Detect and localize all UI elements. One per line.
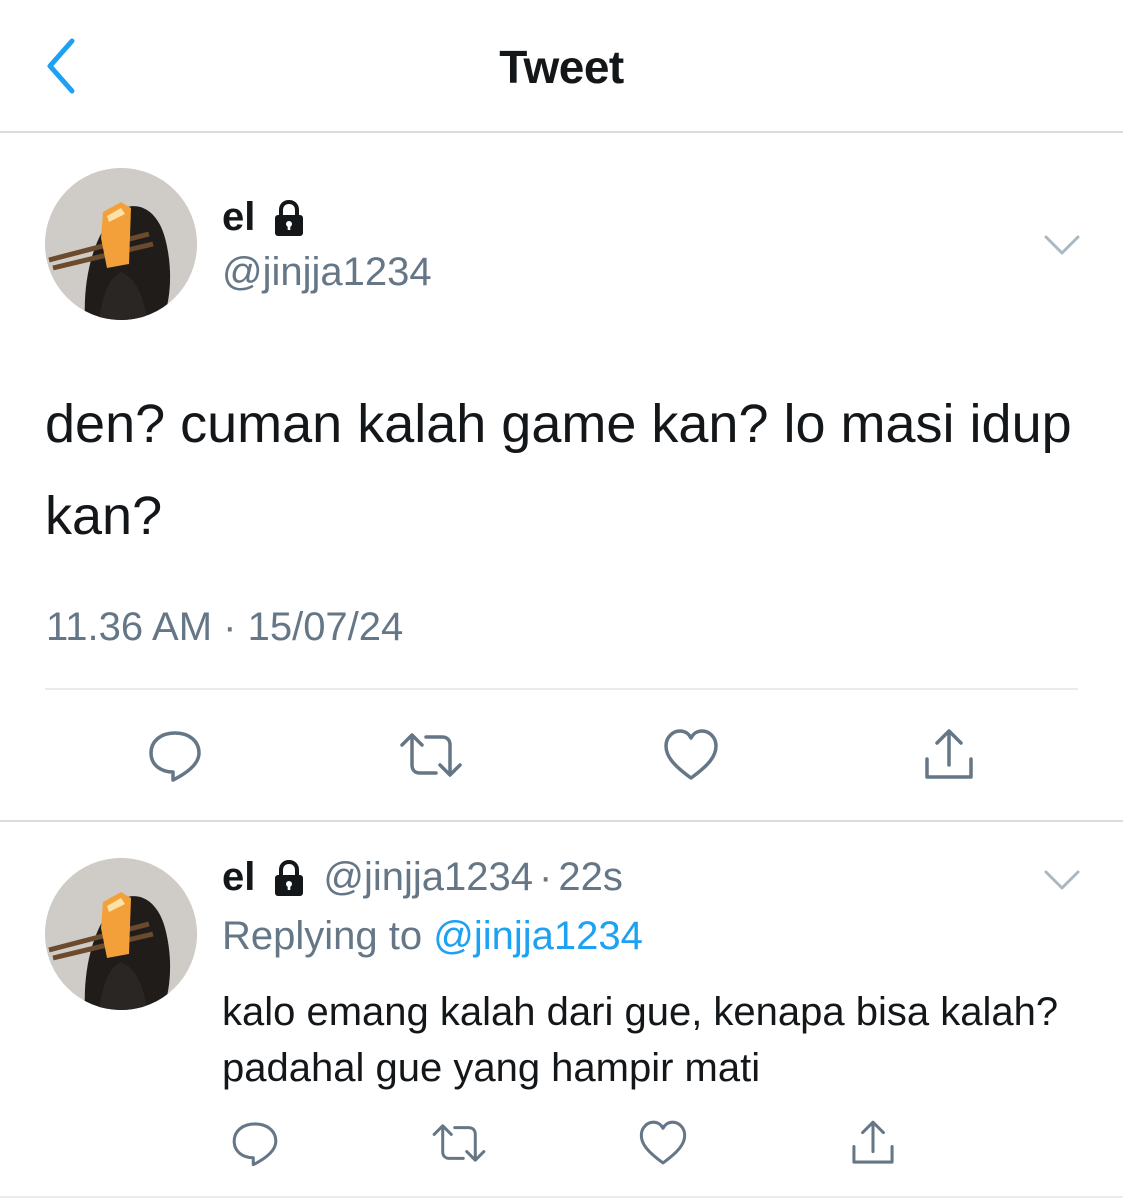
reply-header: el @jinjja1234 · 22s bbox=[222, 855, 623, 900]
chevron-down-icon bbox=[1044, 870, 1080, 890]
avatar[interactable] bbox=[45, 168, 197, 320]
retweet-icon bbox=[400, 733, 462, 777]
tweet-menu-button[interactable] bbox=[1042, 231, 1082, 259]
author-name-row: el bbox=[222, 195, 309, 240]
page-title: Tweet bbox=[499, 41, 624, 93]
heart-icon bbox=[664, 729, 718, 780]
share-button[interactable] bbox=[838, 1108, 908, 1178]
retweet-icon bbox=[432, 1124, 486, 1162]
divider bbox=[0, 820, 1123, 822]
comment-icon bbox=[232, 1122, 278, 1167]
divider bbox=[0, 1196, 1123, 1198]
heart-icon bbox=[639, 1120, 687, 1165]
lock-icon bbox=[275, 199, 304, 236]
reply-time: 22s bbox=[558, 855, 623, 899]
lock-icon bbox=[275, 859, 304, 896]
retweet-button[interactable] bbox=[424, 1108, 494, 1178]
reply-menu-button[interactable] bbox=[1042, 866, 1082, 894]
avatar-image bbox=[45, 168, 197, 320]
divider bbox=[45, 688, 1078, 690]
avatar[interactable] bbox=[45, 858, 197, 1010]
reply-button[interactable] bbox=[220, 1108, 290, 1178]
nav-header: Tweet bbox=[0, 0, 1123, 133]
comment-icon bbox=[149, 731, 201, 782]
like-button[interactable] bbox=[656, 720, 726, 790]
replying-to-handle-link[interactable]: @jinjja1234 bbox=[433, 914, 643, 958]
separator-dot: · bbox=[539, 855, 553, 899]
share-button[interactable] bbox=[914, 720, 984, 790]
share-icon bbox=[925, 729, 973, 779]
replying-to-label: Replying to bbox=[222, 914, 423, 958]
tweet-detail-screen: Tweet el @jinjja1234 den? cuman kalah ga… bbox=[0, 0, 1123, 1200]
tweet-text: den? cuman kalah game kan? lo masi idup … bbox=[45, 394, 1072, 546]
author-handle[interactable]: @jinjja1234 bbox=[222, 250, 432, 295]
reply-button[interactable] bbox=[140, 720, 210, 790]
tweet-actions bbox=[0, 720, 1123, 790]
tweet-timestamp: 11.36 AM · 15/07/24 bbox=[46, 605, 404, 649]
retweet-button[interactable] bbox=[396, 720, 466, 790]
chevron-down-icon bbox=[1044, 235, 1080, 255]
author-handle[interactable]: @jinjja1234 bbox=[323, 855, 533, 900]
reply-actions bbox=[0, 1108, 1123, 1178]
avatar-image bbox=[45, 858, 197, 1010]
replying-to: Replying to @jinjja1234 bbox=[222, 914, 643, 959]
author-name[interactable]: el bbox=[222, 195, 255, 240]
share-icon bbox=[852, 1120, 894, 1164]
author-name[interactable]: el bbox=[222, 855, 255, 900]
like-button[interactable] bbox=[628, 1108, 698, 1178]
reply-text: kalo emang kalah dari gue, kenapa bisa k… bbox=[222, 990, 1059, 1090]
